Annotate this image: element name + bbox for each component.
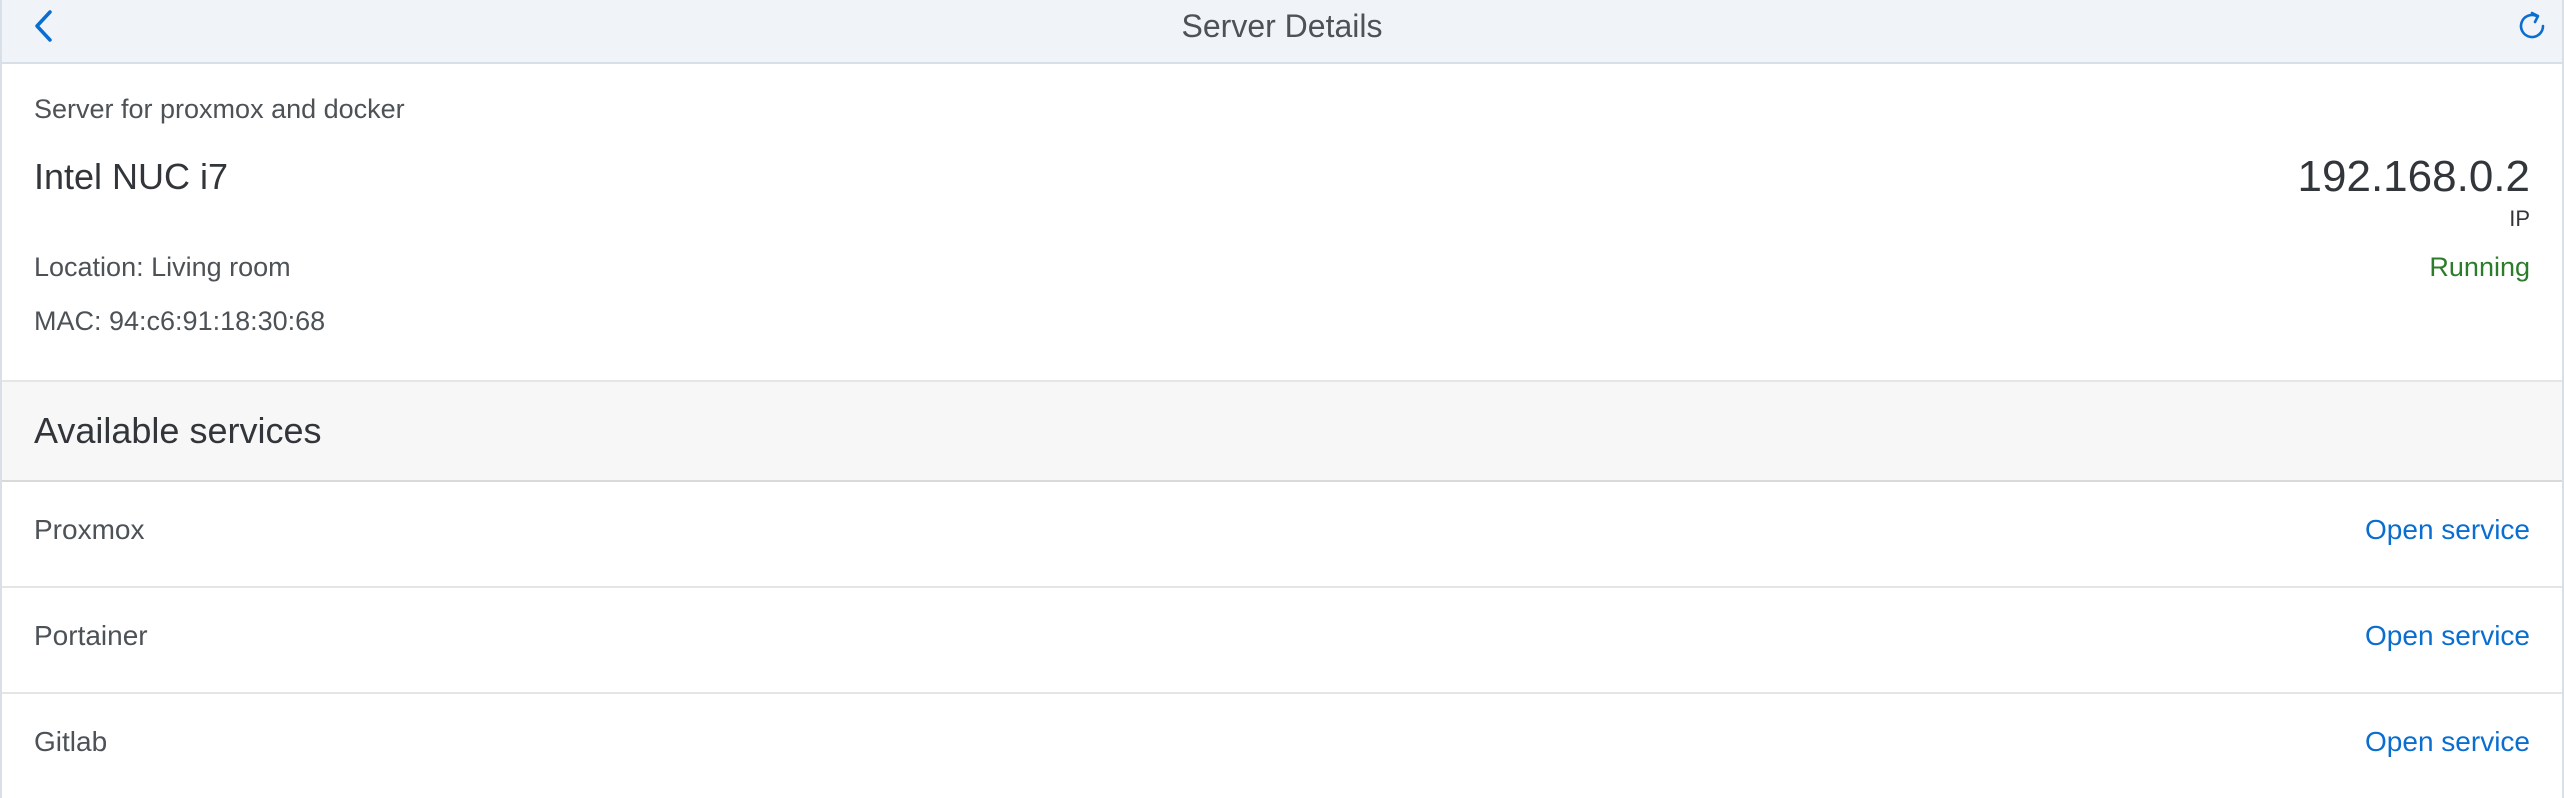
open-service-portainer-link[interactable]: Open service [2365,620,2530,652]
object-title: Intel NUC i7 [34,156,229,197]
ip-address: 192.168.0.2 [2297,152,2530,201]
services-title: Available services [34,410,322,451]
location-attribute: Location: Living room [34,252,291,282]
object-header: Server for proxmox and docker Intel NUC … [2,64,2562,382]
services-list: Proxmox Open service Portainer Open serv… [2,482,2562,798]
service-name-proxmox: Proxmox [34,514,145,545]
open-service-gitlab-link[interactable]: Open service [2365,726,2530,758]
list-item: Proxmox Open service [2,482,2562,588]
service-name-gitlab: Gitlab [34,726,108,757]
page-header: Server Details [2,0,2562,64]
status-text: Running [2429,252,2530,282]
service-name-portainer: Portainer [34,620,148,651]
mac-attribute: MAC: 94:c6:91:18:30:68 [34,306,326,336]
object-intro: Server for proxmox and docker [34,94,405,124]
page-title: Server Details [1181,8,1383,44]
list-item: Gitlab Open service [2,694,2562,798]
ip-unit-label: IP [2509,206,2530,231]
services-section-header: Available services [2,382,2562,482]
list-item: Portainer Open service [2,588,2562,694]
app-window: Server Details Server for proxmox and do… [0,0,2564,798]
open-service-proxmox-link[interactable]: Open service [2365,514,2530,546]
refresh-button[interactable] [2510,6,2554,50]
refresh-icon [2515,9,2549,48]
